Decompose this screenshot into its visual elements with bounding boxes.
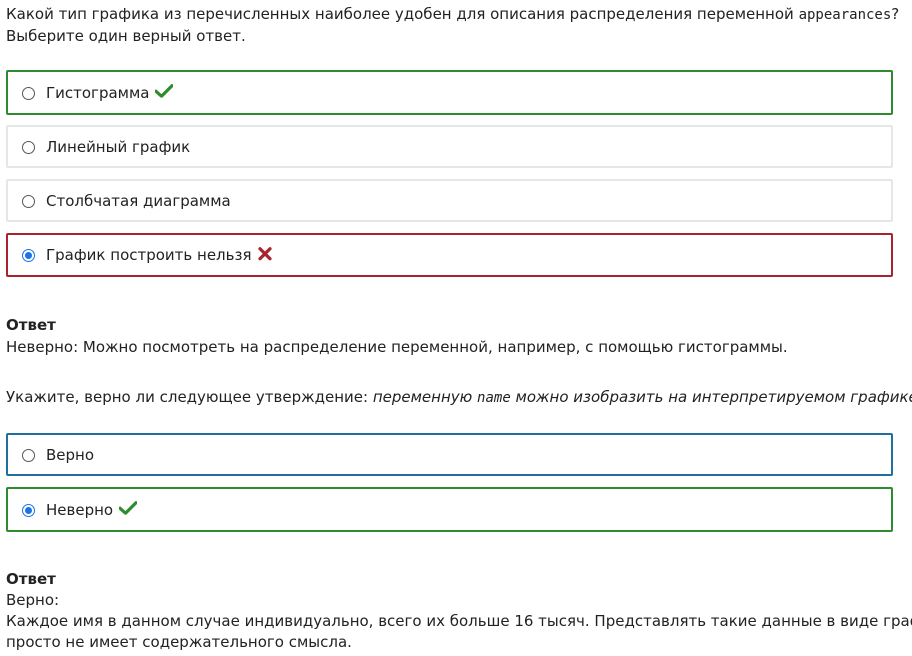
option-label: Линейный график [46,137,191,156]
option-cannot-plot[interactable]: График построить нельзя [6,233,893,277]
question-1-text-part: Какой тип графика из перечисленных наибо… [6,5,799,23]
option-histogram[interactable]: Гистограмма [6,70,893,115]
answer-2-verdict: Верно: [6,591,60,609]
option-label: Верно [46,445,95,464]
radio-cannot-plot[interactable] [22,249,35,262]
option-bar-chart[interactable]: Столбчатая диаграмма [6,179,893,222]
option-label: Столбчатая диаграмма [46,191,231,210]
question-2-code: name [477,390,511,406]
option-label: Гистограмма [46,83,175,102]
radio-line-chart[interactable] [22,140,35,154]
question-2-prefix: Укажите, верно ли следующее утверждение: [6,388,373,406]
cross-icon [257,246,272,264]
option-label: График построить нельзя [46,246,272,265]
check-icon [118,501,138,519]
check-icon [154,84,175,102]
answer-2-explanation-line-1: Каждое имя в данном случае индивидуально… [6,612,912,630]
radio-bar-chart[interactable] [22,194,35,208]
question-1-instruction: Выберите один верный ответ. [6,27,246,45]
answer-1-text: Неверно: Можно посмотреть на распределен… [6,338,788,356]
answer-2-title: Ответ [6,570,56,588]
question-1-text-end: ? [891,5,900,23]
question-2-em-before: переменную [372,388,478,406]
answer-2-explanation-line-2: просто не имеет содержательного смысла. [6,633,352,651]
option-label: Неверно [46,500,138,519]
answer-1-title: Ответ [6,316,56,334]
question-2-text: Укажите, верно ли следующее утверждение:… [6,386,912,409]
question-1-code: appearances [798,7,892,23]
radio-false[interactable] [22,503,35,517]
option-histogram-text: Гистограмма [46,83,150,102]
question-2-em-after: можно изобразить на интерпретируемом гра… [510,388,912,406]
option-line-chart[interactable]: Линейный график [6,125,893,168]
radio-histogram[interactable] [22,86,35,100]
option-false-text: Неверно [46,500,114,519]
option-false[interactable]: Неверно [6,487,893,532]
question-1-text: Какой тип графика из перечисленных наибо… [6,3,899,26]
option-true[interactable]: Верно [6,433,893,476]
option-cannot-plot-text: График построить нельзя [46,245,252,264]
radio-true[interactable] [22,448,35,462]
question-2-statement: переменную name можно изобразить на инте… [373,388,912,406]
